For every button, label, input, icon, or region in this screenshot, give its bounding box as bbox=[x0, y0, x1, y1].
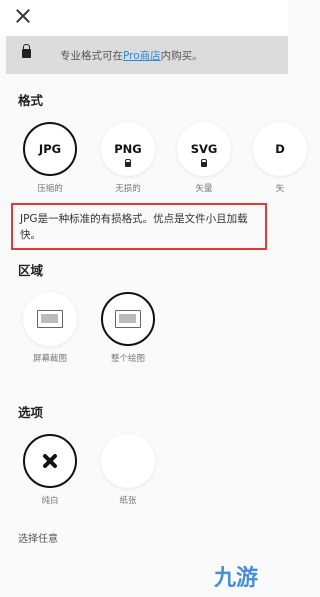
format-option-partial[interactable]: D 矢 bbox=[252, 122, 308, 194]
format-png-label: PNG bbox=[114, 142, 142, 156]
format-option-png[interactable]: PNG 无损的 bbox=[100, 122, 156, 194]
format-option-svg[interactable]: SVG 矢量 bbox=[176, 122, 232, 194]
area-option-whole-drawing[interactable]: 整个绘图 bbox=[100, 292, 156, 364]
area-whole-caption: 整个绘图 bbox=[110, 354, 145, 364]
area-whole-circle[interactable] bbox=[101, 292, 155, 346]
format-jpg-circle[interactable]: JPG bbox=[23, 122, 77, 176]
format-section-title: 格式 bbox=[18, 93, 44, 108]
area-screen-circle[interactable] bbox=[23, 292, 77, 346]
lock-icon bbox=[201, 159, 207, 167]
format-description: JPG是一种标准的有损格式。优点是文件小且加载快。 bbox=[11, 203, 267, 250]
format-option-jpg[interactable]: JPG 压缩的 bbox=[22, 122, 78, 194]
top-bar bbox=[0, 0, 288, 36]
pro-banner-text: 专业格式可在Pro商店内购买。 bbox=[60, 48, 203, 63]
format-partial-caption: 矢 bbox=[275, 184, 285, 194]
area-option-screen[interactable]: 屏幕截图 bbox=[22, 292, 78, 364]
format-partial-label: D bbox=[275, 142, 285, 156]
watermark: 九游 bbox=[214, 565, 259, 591]
option-white-circle[interactable] bbox=[23, 434, 77, 488]
option-pure-white[interactable]: 纯白 bbox=[22, 434, 78, 506]
area-section-title: 区域 bbox=[18, 263, 44, 278]
close-icon[interactable] bbox=[12, 6, 34, 28]
footer-hint: 选择任意 bbox=[18, 534, 58, 545]
area-screen-caption: 屏幕截图 bbox=[32, 354, 67, 364]
screen-icon bbox=[37, 310, 63, 328]
pro-store-link[interactable]: Pro商店 bbox=[123, 50, 161, 62]
option-white-caption: 纯白 bbox=[41, 496, 59, 506]
format-svg-caption: 矢量 bbox=[195, 184, 213, 194]
lock-icon bbox=[125, 159, 131, 167]
format-jpg-caption: 压缩的 bbox=[37, 184, 63, 194]
pro-store-banner: 专业格式可在Pro商店内购买。 bbox=[6, 36, 288, 74]
x-icon bbox=[41, 452, 59, 470]
canvas-icon bbox=[115, 310, 141, 328]
option-paper-circle[interactable] bbox=[101, 434, 155, 488]
lock-icon bbox=[22, 44, 31, 58]
format-png-caption: 无损的 bbox=[115, 184, 141, 194]
pro-banner-prefix: 专业格式可在 bbox=[60, 50, 123, 62]
option-paper[interactable]: 纸张 bbox=[100, 434, 156, 506]
format-partial-circle[interactable]: D bbox=[253, 122, 307, 176]
options-section-title: 选项 bbox=[18, 405, 44, 420]
format-jpg-label: JPG bbox=[38, 142, 62, 156]
option-paper-caption: 纸张 bbox=[119, 496, 137, 506]
format-svg-circle[interactable]: SVG bbox=[177, 122, 231, 176]
format-svg-label: SVG bbox=[190, 142, 218, 156]
format-png-circle[interactable]: PNG bbox=[101, 122, 155, 176]
pro-banner-suffix: 内购买。 bbox=[160, 50, 203, 62]
